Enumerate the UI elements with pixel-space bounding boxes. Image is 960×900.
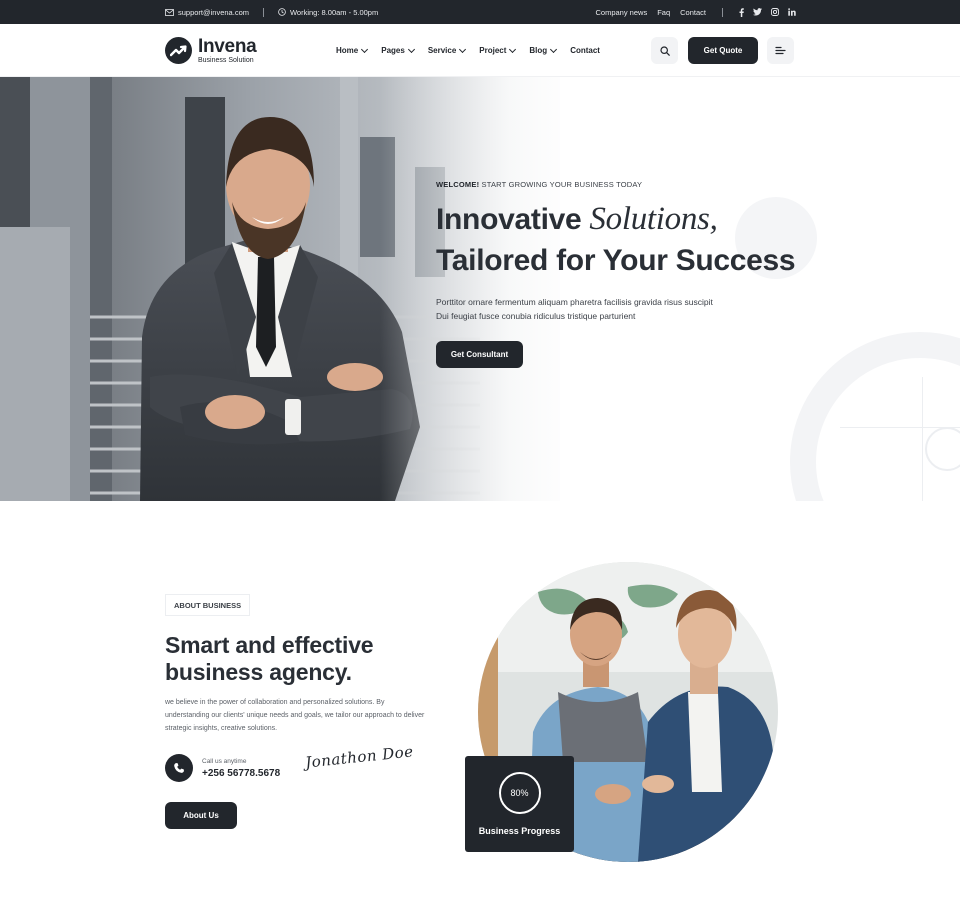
search-icon <box>659 45 670 56</box>
about-title-line1: Smart and effective <box>165 632 374 658</box>
hours-text: Working: 8.00am - 5.00pm <box>289 7 379 17</box>
business-progress-card: 80% Business Progress <box>465 756 574 852</box>
nav-contact[interactable]: Contact <box>570 46 600 55</box>
top-link-contact[interactable]: Contact <box>680 8 706 17</box>
logo-name: Invena <box>198 36 257 57</box>
divider <box>262 7 264 17</box>
search-button[interactable] <box>651 37 678 64</box>
site-header: Invena Business Solution Home Pages Serv… <box>0 24 960 77</box>
about-title: Smart and effective business agency. <box>165 632 425 686</box>
decorative-line <box>922 377 923 501</box>
hero-title-line2: Tailored for Your Success <box>436 244 796 277</box>
nav-label: Home <box>336 46 359 55</box>
top-bar: support@invena.com Working: 8.00am - 5.0… <box>0 0 960 24</box>
linkedin-icon[interactable] <box>788 8 796 16</box>
nav-label: Blog <box>529 46 548 55</box>
top-bar-contact: support@invena.com Working: 8.00am - 5.0… <box>165 0 378 24</box>
menu-button[interactable] <box>767 37 794 64</box>
signature: Jonathon Doe <box>304 742 415 772</box>
hero-eyebrow-text: START GROWING YOUR BUSINESS TODAY <box>479 180 643 189</box>
about-badge: ABOUT BUSINESS <box>165 594 251 616</box>
mail-icon <box>165 8 174 16</box>
main-nav: Home Pages Service Project Blog Contact <box>336 24 600 77</box>
facebook-icon[interactable] <box>739 7 744 17</box>
social-links <box>739 7 796 17</box>
nav-project[interactable]: Project <box>479 45 517 55</box>
hero-title-italic: Solutions, <box>589 201 718 237</box>
chevron-down-icon <box>509 45 517 53</box>
logo-mark <box>165 37 192 64</box>
about-us-button[interactable]: About Us <box>165 802 237 829</box>
progress-value: 80% <box>510 788 529 798</box>
nav-home[interactable]: Home <box>336 45 369 55</box>
nav-label: Service <box>427 46 457 55</box>
instagram-icon[interactable] <box>771 8 779 16</box>
decorative-ring <box>790 332 960 501</box>
hero-description: Porttitor ornare fermentum aliquam phare… <box>436 295 836 323</box>
call-text: Call us anytime +256 56778.5678 <box>202 758 280 779</box>
nav-label: Contact <box>570 46 600 55</box>
divider <box>722 7 723 17</box>
top-bar-links: Company news Faq Contact <box>596 0 797 24</box>
hero-description-line1: Porttitor ornare fermentum aliquam phare… <box>436 297 713 307</box>
phone-icon <box>165 754 193 782</box>
nav-blog[interactable]: Blog <box>529 45 558 55</box>
logo[interactable]: Invena Business Solution <box>165 36 257 64</box>
hero-eyebrow: WELCOME! START GROWING YOUR BUSINESS TOD… <box>436 180 836 189</box>
call-block[interactable]: Call us anytime +256 56778.5678 <box>165 754 280 782</box>
hero-title-part1: Innovative <box>436 203 590 236</box>
hero-eyebrow-bold: WELCOME! <box>436 180 480 189</box>
top-link-faq[interactable]: Faq <box>657 8 670 17</box>
nav-label: Pages <box>381 46 405 55</box>
email-text: support@invena.com <box>178 7 249 17</box>
chevron-down-icon <box>550 45 558 53</box>
trend-up-icon <box>170 44 187 56</box>
about-text: we believe in the power of collaboration… <box>165 699 425 732</box>
chevron-down-icon <box>361 45 369 53</box>
get-consultant-button[interactable]: Get Consultant <box>436 341 523 368</box>
hero-title: Innovative Solutions, Tailored for Your … <box>436 199 836 281</box>
clock-icon <box>278 8 286 16</box>
hero-description-line2: Dui feugiat fusce conubia ridiculus tris… <box>436 311 636 321</box>
hero-content: WELCOME! START GROWING YOUR BUSINESS TOD… <box>436 180 836 323</box>
progress-label: Business Progress <box>478 826 561 836</box>
top-bar-email[interactable]: support@invena.com <box>165 8 249 17</box>
nav-pages[interactable]: Pages <box>381 45 415 55</box>
menu-icon <box>775 46 786 55</box>
get-quote-button[interactable]: Get Quote <box>688 37 758 64</box>
nav-service[interactable]: Service <box>427 45 467 55</box>
nav-label: Project <box>479 46 507 55</box>
about-title-line2: business agency. <box>165 659 352 685</box>
top-bar-hours: Working: 8.00am - 5.00pm <box>278 8 378 17</box>
hero-section: WELCOME! START GROWING YOUR BUSINESS TOD… <box>0 77 960 501</box>
call-number[interactable]: +256 56778.5678 <box>202 768 280 779</box>
chevron-down-icon <box>407 45 415 53</box>
top-link-company-news[interactable]: Company news <box>596 8 648 17</box>
chevron-down-icon <box>459 45 467 53</box>
twitter-icon[interactable] <box>753 8 762 16</box>
logo-tagline: Business Solution <box>198 57 254 64</box>
call-label: Call us anytime <box>202 757 247 765</box>
progress-ring: 80% <box>498 772 541 814</box>
logo-text: Invena Business Solution <box>198 36 257 64</box>
